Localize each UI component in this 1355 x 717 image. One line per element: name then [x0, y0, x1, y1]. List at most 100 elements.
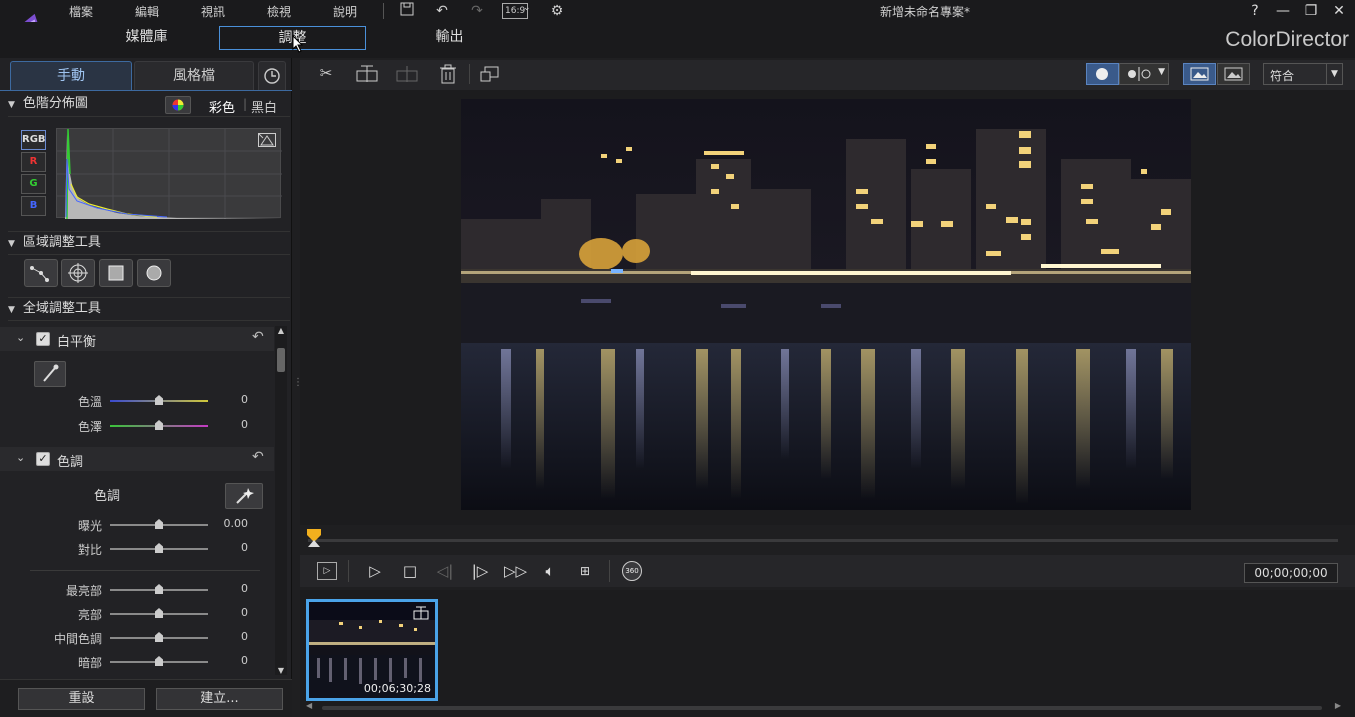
panel-scrollbar[interactable]: ▲ ▼	[275, 326, 287, 675]
channel-rgb-button[interactable]: RGB	[21, 130, 46, 150]
close-button[interactable]: ✕	[1328, 1, 1350, 21]
regional-tools-header[interactable]: ▼ 區域調整工具	[8, 231, 290, 255]
menu-edit[interactable]: 編輯	[135, 3, 159, 20]
histogram-header[interactable]: ▼ 色階分佈圖	[8, 93, 290, 117]
auto-tone-button[interactable]	[225, 483, 263, 509]
global-tools-header[interactable]: ▼ 全域調整工具	[8, 297, 290, 321]
target-tool-button[interactable]	[61, 259, 95, 287]
reset-undo-icon[interactable]: ↶	[252, 329, 264, 345]
channel-b-button[interactable]: B	[21, 196, 46, 216]
channel-g-button[interactable]: G	[21, 174, 46, 194]
scissors-icon[interactable]: ✂	[316, 64, 336, 84]
scroll-up-icon[interactable]: ▲	[275, 326, 287, 335]
white-balance-picker-button[interactable]	[34, 361, 66, 387]
timecode-display: 00;00;00;00	[1244, 563, 1338, 583]
redo-icon[interactable]: ↷	[468, 2, 486, 20]
after-view-button[interactable]	[1217, 63, 1250, 85]
next-frame-icon[interactable]: |▷	[469, 561, 491, 581]
clip-thumbnail[interactable]: 00;06;30;28	[306, 599, 438, 701]
reset-button[interactable]: 重設	[18, 688, 145, 710]
tab-media-library[interactable]: 媒體庫	[73, 26, 220, 50]
slider-label: 色溫	[77, 395, 102, 409]
window-title: 新增未命名專案*	[880, 5, 971, 19]
color-wheel-icon	[172, 99, 184, 111]
360-view-button[interactable]: 360	[622, 561, 642, 581]
tone-checkbox[interactable]: ✓	[36, 452, 50, 466]
image-icon	[1224, 67, 1243, 81]
before-view-button[interactable]	[1183, 63, 1216, 85]
scroll-down-icon[interactable]: ▼	[275, 666, 287, 675]
play-icon[interactable]: ▷	[364, 561, 386, 581]
timeline-track[interactable]	[308, 539, 1338, 542]
tray-scroll-thumb[interactable]	[322, 706, 1322, 710]
color-mode-label[interactable]: 彩色	[209, 97, 235, 116]
compare-view-button[interactable]: ▼	[1119, 63, 1169, 85]
menu-help[interactable]: 說明	[333, 3, 357, 20]
split-icon	[413, 606, 429, 620]
slider-value: 0	[241, 606, 248, 619]
menu-view[interactable]: 檢視	[267, 3, 291, 20]
menu-file[interactable]: 檔案	[69, 3, 93, 20]
playback-bar	[300, 555, 1355, 587]
snapshot-grid-icon[interactable]: ⊞	[574, 561, 596, 581]
menu-divider	[383, 3, 384, 19]
mode-divider: |	[243, 97, 248, 111]
gear-icon[interactable]: ⚙	[548, 2, 566, 20]
play-mode-icon[interactable]: ▷	[317, 562, 337, 580]
slider-value: 0.00	[223, 517, 249, 530]
tab-style-preset[interactable]: 風格檔	[134, 61, 254, 90]
bw-mode-label[interactable]: 黑白	[251, 97, 277, 116]
previous-frame-icon[interactable]: ◁|	[434, 561, 456, 581]
slider-value: 0	[241, 654, 248, 667]
target-icon	[68, 263, 88, 283]
reset-undo-icon[interactable]: ↶	[252, 449, 264, 465]
tab-output[interactable]: 輸出	[376, 26, 523, 50]
playhead-marker[interactable]	[306, 528, 322, 548]
snapshot-icon[interactable]	[480, 65, 500, 83]
scroll-right-icon[interactable]: ▶	[1335, 701, 1341, 710]
panel-resize-handle[interactable]: ⋮	[293, 378, 303, 396]
white-balance-checkbox[interactable]: ✓	[36, 332, 50, 346]
undo-icon[interactable]: ↶	[433, 2, 451, 20]
scroll-thumb[interactable]	[277, 348, 285, 372]
histogram-title: 色階分佈圖	[22, 96, 88, 111]
merge-icon[interactable]	[396, 65, 418, 83]
tone-title: 色調	[57, 455, 84, 470]
tab-manual[interactable]: 手動	[10, 61, 132, 90]
chevron-down-icon[interactable]: ⌄	[16, 331, 25, 344]
color-wheel-button[interactable]	[165, 96, 191, 114]
fast-forward-icon[interactable]: ▷▷	[504, 561, 527, 581]
clipping-warning-icon[interactable]	[258, 133, 276, 147]
create-button[interactable]: 建立...	[156, 688, 283, 710]
clock-icon	[264, 68, 280, 84]
tab-history[interactable]	[258, 61, 286, 90]
radial-tool-button[interactable]	[137, 259, 171, 287]
rectangle-tool-button[interactable]	[99, 259, 133, 287]
zoom-fit-dropdown[interactable]: 符合 ▼	[1263, 63, 1343, 85]
auto-tone-label: 色調	[94, 489, 121, 504]
tray-scrollbar[interactable]: ◀ ▶	[306, 701, 1341, 713]
slider-value: 0	[241, 418, 248, 431]
menu-video[interactable]: 視訊	[201, 3, 225, 20]
playbar-divider	[609, 560, 610, 582]
brush-path-icon	[30, 266, 49, 282]
regional-tools-title: 區域調整工具	[22, 235, 101, 250]
help-button[interactable]: ?	[1244, 1, 1266, 21]
playbar-divider	[348, 560, 349, 582]
volume-icon[interactable]: 🔈︎	[539, 561, 561, 581]
gradient-tool-button[interactable]	[24, 259, 58, 287]
chevron-down-icon: ⌄	[523, 3, 531, 13]
minimize-button[interactable]: —	[1272, 1, 1294, 21]
chevron-down-icon[interactable]: ⌄	[16, 451, 25, 464]
timeline-scrubber[interactable]	[300, 525, 1355, 555]
channel-r-button[interactable]: R	[21, 152, 46, 172]
stop-icon[interactable]: □	[399, 561, 421, 581]
save-icon[interactable]	[398, 2, 416, 20]
split-icon[interactable]	[356, 65, 378, 83]
image-icon	[1190, 67, 1209, 81]
scroll-left-icon[interactable]: ◀	[306, 701, 312, 710]
restore-button[interactable]: ❐	[1300, 1, 1322, 21]
eyedropper-icon	[43, 364, 59, 382]
single-view-button[interactable]	[1086, 63, 1119, 85]
trash-icon[interactable]	[439, 64, 457, 84]
